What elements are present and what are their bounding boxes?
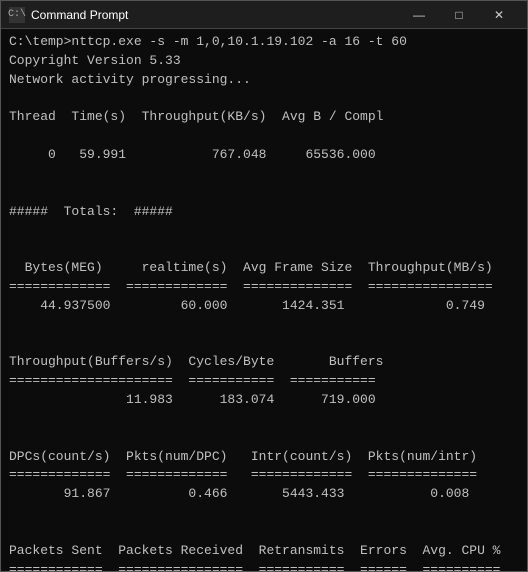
terminal-line: Copyright Version 5.33	[9, 52, 519, 71]
terminal-line	[9, 316, 519, 335]
terminal-line	[9, 504, 519, 523]
terminal-line: ===================== =========== ======…	[9, 372, 519, 391]
terminal-line: ##### Totals: #####	[9, 203, 519, 222]
terminal-line	[9, 429, 519, 448]
minimize-button[interactable]: —	[399, 1, 439, 29]
terminal-content[interactable]: C:\temp>nttcp.exe -s -m 1,0,10.1.19.102 …	[1, 29, 527, 571]
terminal-line: Bytes(MEG) realtime(s) Avg Frame Size Th…	[9, 259, 519, 278]
titlebar: C:\ Command Prompt — □ ✕	[1, 1, 527, 29]
terminal-line	[9, 410, 519, 429]
terminal-line	[9, 127, 519, 146]
terminal-line	[9, 221, 519, 240]
maximize-button[interactable]: □	[439, 1, 479, 29]
window-title: Command Prompt	[31, 8, 399, 22]
terminal-line: Throughput(Buffers/s) Cycles/Byte Buffer…	[9, 353, 519, 372]
terminal-line: Packets Sent Packets Received Retransmit…	[9, 542, 519, 561]
terminal-line	[9, 335, 519, 354]
close-button[interactable]: ✕	[479, 1, 519, 29]
terminal-line	[9, 165, 519, 184]
terminal-line: Network activity progressing...	[9, 71, 519, 90]
terminal-line: 91.867 0.466 5443.433 0.008	[9, 485, 519, 504]
window: C:\ Command Prompt — □ ✕ C:\temp>nttcp.e…	[0, 0, 528, 572]
terminal-line: 0 59.991 767.048 65536.000	[9, 146, 519, 165]
window-controls: — □ ✕	[399, 1, 519, 29]
terminal-line	[9, 90, 519, 109]
app-icon: C:\	[9, 7, 25, 23]
terminal-line	[9, 523, 519, 542]
terminal-line: 11.983 183.074 719.000	[9, 391, 519, 410]
terminal-line: Thread Time(s) Throughput(KB/s) Avg B / …	[9, 108, 519, 127]
terminal-line: ============= ============= ============…	[9, 466, 519, 485]
terminal-line: C:\temp>nttcp.exe -s -m 1,0,10.1.19.102 …	[9, 33, 519, 52]
terminal-line	[9, 240, 519, 259]
terminal-line: ============= ============= ============…	[9, 278, 519, 297]
terminal-line: DPCs(count/s) Pkts(num/DPC) Intr(count/s…	[9, 448, 519, 467]
terminal-line: 44.937500 60.000 1424.351 0.749	[9, 297, 519, 316]
terminal-line	[9, 184, 519, 203]
terminal-line: ============ ================ ==========…	[9, 561, 519, 571]
